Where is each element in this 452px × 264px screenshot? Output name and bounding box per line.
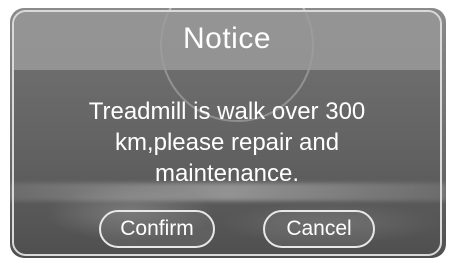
dialog-body: Treadmill is walk over 300 km,please rep… [14, 70, 440, 254]
notice-message: Treadmill is walk over 300 km,please rep… [34, 96, 420, 189]
message-line-3: maintenance. [154, 160, 300, 187]
dialog-title: Notice [182, 22, 272, 55]
treadmill-screen: Notice Treadmill is walk over 300 km,ple… [0, 0, 452, 264]
message-line-1: Treadmill is walk over 300 [88, 98, 366, 125]
confirm-button[interactable]: Confirm [99, 210, 215, 248]
cancel-button[interactable]: Cancel [263, 210, 375, 248]
dialog-header: Notice [14, 12, 440, 70]
notice-dialog: Notice Treadmill is walk over 300 km,ple… [12, 10, 442, 256]
message-line-2: km,please repair and [114, 129, 340, 156]
